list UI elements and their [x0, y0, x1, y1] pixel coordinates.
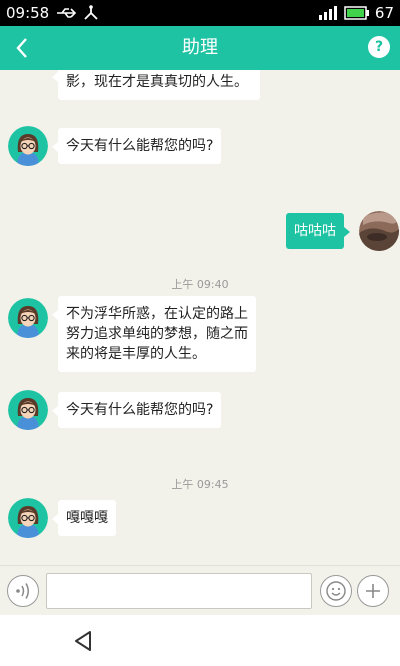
message-bubble-bot: 今天有什么能帮您的吗? — [51, 128, 222, 164]
battery-level: 67 — [374, 4, 394, 22]
input-bar — [0, 565, 400, 615]
message-bubble-user: 咕咕咕 — [286, 213, 350, 249]
message-text: 咕咕咕 — [294, 223, 336, 239]
status-bar: 09:58 67 — [0, 0, 400, 26]
message-bubble-bot: 今天有什么能帮您的吗? — [51, 392, 222, 428]
message-bubble-bot: 不为浮华所惑，在认定的路上 努力追求单纯的梦想，随之而 来的将是丰厚的人生。 — [52, 296, 256, 372]
timestamp: 上午 09:45 — [171, 478, 229, 491]
nav-back-button[interactable] — [70, 627, 98, 655]
voice-icon — [16, 583, 29, 599]
battery-icon — [344, 4, 370, 22]
message-line: 来的将是丰厚的人生。 — [66, 346, 206, 362]
message-list[interactable]: 影，现在才是真真切的人生。 今天有什么能帮您的吗? 咕咕咕 上午 09:40 不… — [0, 70, 400, 565]
triangle-back-icon — [75, 631, 91, 651]
emoji-button[interactable] — [320, 575, 352, 607]
assistant-avatar[interactable] — [8, 298, 48, 338]
assistant-avatar[interactable] — [8, 498, 48, 538]
message-line: 努力追求单纯的梦想，随之而 — [66, 326, 248, 342]
user-avatar[interactable] — [359, 211, 399, 251]
status-time: 09:58 — [6, 4, 50, 22]
message-bubble-bot: 嘎嘎嘎 — [52, 500, 116, 536]
usb-icon — [56, 4, 78, 22]
message-text: 影，现在才是真真切的人生。 — [66, 74, 248, 90]
assistant-avatar[interactable] — [8, 390, 48, 430]
plus-icon — [366, 584, 380, 598]
smiley-icon — [326, 581, 346, 601]
signal-icon — [318, 4, 338, 22]
help-button[interactable]: ? — [368, 36, 390, 58]
add-button[interactable] — [357, 575, 389, 607]
message-line: 不为浮华所惑，在认定的路上 — [66, 306, 248, 322]
message-text: 今天有什么能帮您的吗? — [66, 138, 214, 154]
timestamp: 上午 09:40 — [171, 278, 229, 291]
debug-icon — [82, 4, 100, 22]
title-bar: 助理 ? — [0, 26, 400, 70]
page-title: 助理 — [182, 37, 218, 58]
assistant-avatar[interactable] — [8, 126, 48, 166]
navigation-bar — [0, 615, 400, 666]
message-input[interactable] — [46, 573, 312, 609]
message-text: 今天有什么能帮您的吗? — [66, 402, 214, 418]
message-bubble-bot: 影，现在才是真真切的人生。 — [52, 70, 260, 100]
message-text: 嘎嘎嘎 — [66, 510, 108, 526]
voice-button[interactable] — [7, 575, 39, 607]
